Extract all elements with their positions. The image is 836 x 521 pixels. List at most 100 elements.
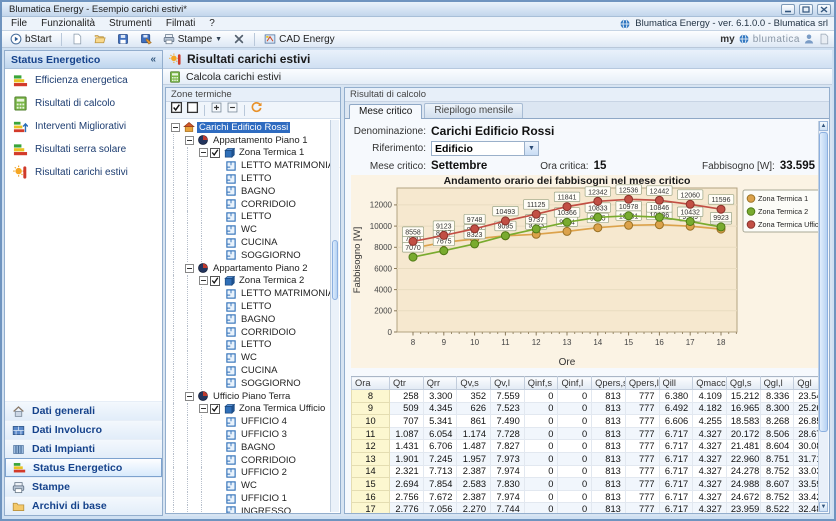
tree-node[interactable]: WC <box>168 223 340 236</box>
tree-node-label[interactable]: BAGNO <box>239 442 277 453</box>
nav-item-archivi-di-base[interactable]: Archivi di base <box>5 496 162 515</box>
tree-node[interactable]: Zona Termica Ufficio <box>168 403 340 416</box>
menu-?[interactable]: ? <box>202 17 222 30</box>
doc-icon[interactable] <box>818 33 830 45</box>
sidebar-item-interventi-migliorativi[interactable]: Interventi Migliorativi <box>5 115 162 138</box>
open-folder-button[interactable] <box>90 32 110 47</box>
scroll-down-icon[interactable]: ▼ <box>819 502 828 512</box>
sidebar-item-risultati-carichi-estivi[interactable]: Risultati carichi estivi <box>5 161 162 184</box>
tab-riepilogo-mensile[interactable]: Riepilogo mensile <box>424 103 523 118</box>
nav-item-dati-involucro[interactable]: Dati Involucro <box>5 420 162 439</box>
tree-node[interactable]: LETTO <box>168 339 340 352</box>
tree-node-label[interactable]: LETTO <box>239 301 273 312</box>
tree-node-label[interactable]: UFFICIO 4 <box>239 416 289 427</box>
tree-scrollbar-thumb[interactable] <box>332 240 338 300</box>
tree-node-label[interactable]: WC <box>239 480 259 491</box>
cad-energy-button[interactable]: CAD Energy <box>260 32 339 47</box>
tree-node[interactable]: CUCINA <box>168 236 340 249</box>
table-row[interactable]: 111.0876.0541.1747.728008137776.7174.327… <box>352 427 820 440</box>
column-header[interactable]: Qpers,s <box>592 377 626 390</box>
tree-node[interactable]: UFFICIO 4 <box>168 415 340 428</box>
tree-node[interactable]: BAGNO <box>168 185 340 198</box>
table-row[interactable]: 142.3217.7132.3877.974008137776.7174.327… <box>352 465 820 478</box>
tree-node[interactable]: Appartamento Piano 2 <box>168 262 340 275</box>
table-row[interactable]: 107075.3418617.490008137776.6064.25518.5… <box>352 415 820 428</box>
zone-checkbox[interactable] <box>210 404 220 414</box>
tree-node[interactable]: CORRIDOIO <box>168 454 340 467</box>
tree-node-label[interactable]: Carichi Edificio Rossi <box>197 122 290 133</box>
column-header[interactable]: Qv,l <box>491 377 525 390</box>
refresh-button[interactable] <box>250 101 263 119</box>
tree-node-label[interactable]: BAGNO <box>239 186 277 197</box>
tree-node-label[interactable]: Appartamento Piano 1 <box>211 135 310 146</box>
tree-node-label[interactable]: Zona Termica 2 <box>237 275 306 286</box>
menu-funzionalit[interactable]: Funzionalità <box>34 17 102 30</box>
new-file-button[interactable] <box>67 32 87 47</box>
collapse-node-icon[interactable] <box>196 275 210 288</box>
column-header[interactable]: Qgl,l <box>760 377 794 390</box>
tree-node-label[interactable]: Appartamento Piano 2 <box>211 263 310 274</box>
collapse-node-icon[interactable] <box>196 147 210 160</box>
tree-node[interactable]: CORRIDOIO <box>168 326 340 339</box>
expand-all-button[interactable] <box>210 101 223 119</box>
tree-node-label[interactable]: INGRESSO <box>239 506 293 513</box>
scroll-up-icon[interactable]: ▲ <box>819 121 828 131</box>
tree-node[interactable]: Ufficio Piano Terra <box>168 390 340 403</box>
tree-node[interactable]: INGRESSO <box>168 505 340 513</box>
tree-scrollbar[interactable] <box>330 120 339 512</box>
tree-node[interactable]: LETTO <box>168 211 340 224</box>
sidebar-item-risultati-di-calcolo[interactable]: Risultati di calcolo <box>5 92 162 115</box>
menu-file[interactable]: File <box>4 17 34 30</box>
uncheck-all-button[interactable] <box>186 101 199 119</box>
tree-node[interactable]: UFFICIO 1 <box>168 492 340 505</box>
collapse-node-icon[interactable] <box>182 262 196 275</box>
tree-node-label[interactable]: CORRIDOIO <box>239 327 298 338</box>
column-header[interactable]: Ora <box>352 377 390 390</box>
tree-node[interactable]: WC <box>168 351 340 364</box>
tree-node[interactable]: CORRIDOIO <box>168 198 340 211</box>
collapse-node-icon[interactable] <box>196 403 210 416</box>
zone-checkbox[interactable] <box>210 148 220 158</box>
check-all-button[interactable] <box>170 101 183 119</box>
column-header[interactable]: Qpers,l <box>625 377 659 390</box>
bstart-button[interactable]: bStart <box>6 32 56 47</box>
table-row[interactable]: 172.7767.0562.2707.744008137776.7174.327… <box>352 503 820 513</box>
table-row[interactable]: 162.7567.6722.3877.974008137776.7174.327… <box>352 490 820 503</box>
tree-node[interactable]: CUCINA <box>168 364 340 377</box>
column-header[interactable]: Qgl,s <box>726 377 760 390</box>
tree-node[interactable]: Appartamento Piano 1 <box>168 134 340 147</box>
tree-node[interactable]: LETTO MATRIMONIALE <box>168 287 340 300</box>
tree-node-label[interactable]: LETTO <box>239 211 273 222</box>
collapse-node-icon[interactable] <box>182 134 196 147</box>
column-header[interactable]: Qtr <box>390 377 424 390</box>
results-scrollbar-thumb[interactable] <box>819 132 828 432</box>
nav-item-dati-generali[interactable]: Dati generali <box>5 401 162 420</box>
riferimento-select[interactable]: Edificio ▼ <box>431 141 539 156</box>
tree-node-label[interactable]: LETTO <box>239 173 273 184</box>
tree-node-label[interactable]: SOGGIORNO <box>239 250 303 261</box>
collapse-node-icon[interactable] <box>182 390 196 403</box>
tree-node-label[interactable]: CUCINA <box>239 237 279 248</box>
sidebar-item-risultati-serra-solare[interactable]: Risultati serra solare <box>5 138 162 161</box>
tree-node[interactable]: LETTO <box>168 300 340 313</box>
minimize-button[interactable] <box>781 4 795 15</box>
tree-node[interactable]: BAGNO <box>168 441 340 454</box>
tree-node-label[interactable]: Ufficio Piano Terra <box>211 391 292 402</box>
tree-node[interactable]: SOGGIORNO <box>168 377 340 390</box>
tree-node-label[interactable]: LETTO MATRIMONIALE <box>239 288 340 299</box>
nav-item-stampe[interactable]: Stampe <box>5 477 162 496</box>
table-row[interactable]: 95094.3456267.523008137776.4924.18216.96… <box>352 402 820 415</box>
tools-button[interactable] <box>229 32 249 47</box>
tree-node[interactable]: UFFICIO 2 <box>168 467 340 480</box>
chevron-down-icon[interactable]: ▼ <box>524 142 538 155</box>
column-header[interactable]: Qill <box>659 377 693 390</box>
column-header[interactable]: Qgl <box>794 377 819 390</box>
tree-node-label[interactable]: Zona Termica Ufficio <box>237 403 327 414</box>
nav-item-status-energetico[interactable]: Status Energetico <box>5 458 162 477</box>
column-header[interactable]: Qinf,s <box>524 377 558 390</box>
person-icon[interactable] <box>803 33 815 45</box>
nav-item-dati-impianti[interactable]: Dati Impianti <box>5 439 162 458</box>
tree-node-label[interactable]: SOGGIORNO <box>239 378 303 389</box>
table-row[interactable]: 131.9017.2451.9577.973008137776.7174.327… <box>352 452 820 465</box>
tree-node-label[interactable]: UFFICIO 2 <box>239 467 289 478</box>
